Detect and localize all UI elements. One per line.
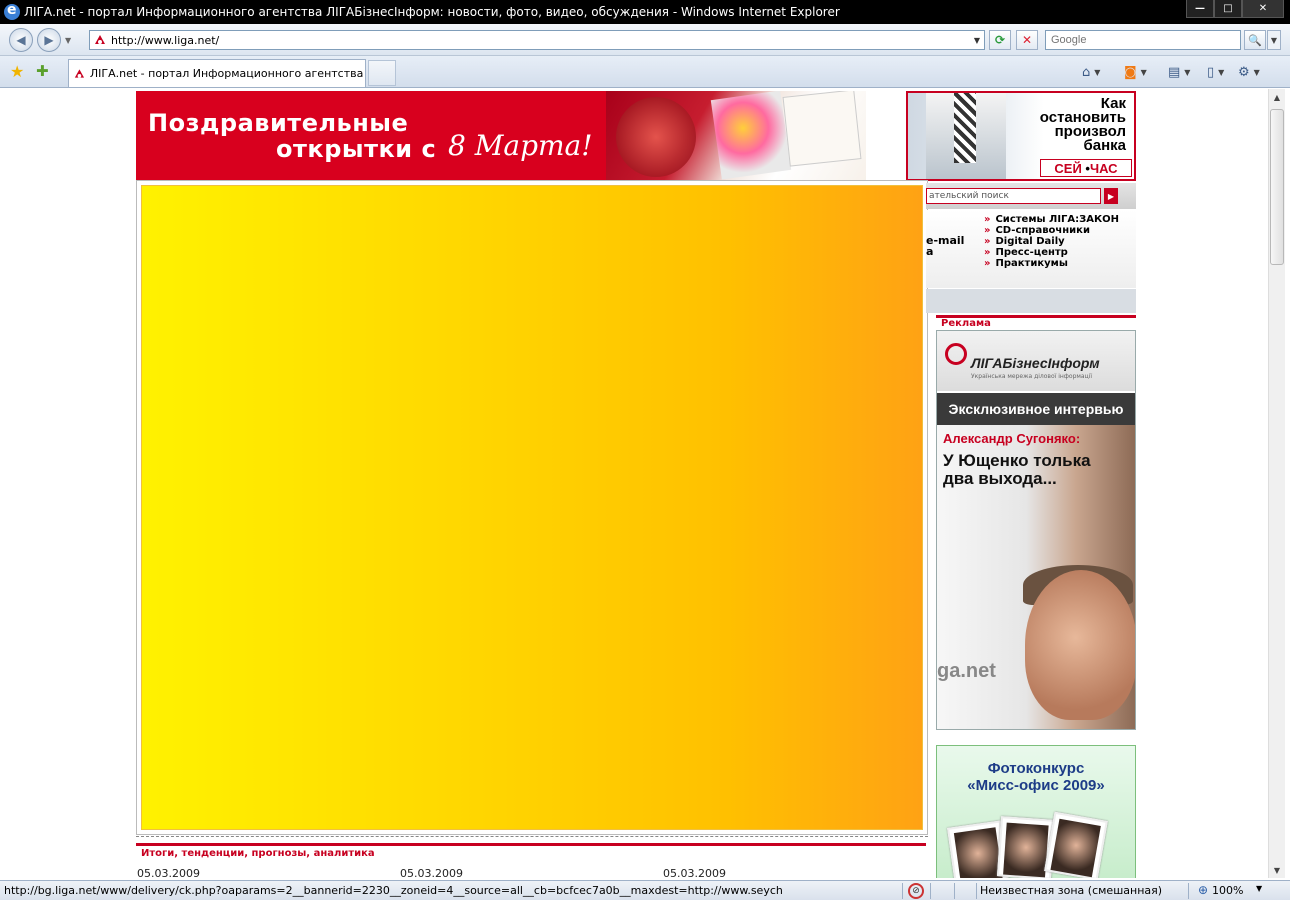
- liga-favicon-icon: [95, 35, 105, 44]
- security-zone[interactable]: Неизвестная зона (смешанная): [980, 884, 1162, 897]
- zoom-icon[interactable]: ⊕: [1198, 883, 1208, 897]
- stop-button[interactable]: ✕: [1016, 30, 1038, 50]
- services-left-partial[interactable]: e-mail a: [926, 235, 964, 257]
- interview-quote: У Ющенко толька два выхода...: [943, 451, 1091, 488]
- flash-gradient-area: [141, 185, 923, 830]
- liga-favicon-icon: [74, 68, 85, 78]
- news-date: 05.03.2009: [663, 867, 726, 878]
- site-search-input[interactable]: ательский поиск: [926, 188, 1101, 204]
- status-text: http://bg.liga.net/www/delivery/ck.php?o…: [4, 884, 783, 897]
- maximize-button[interactable]: □: [1214, 0, 1242, 18]
- bank-ad-text: Как остановить произвол банка: [1039, 95, 1126, 154]
- divider: [136, 836, 928, 837]
- printer-icon: ▤: [1168, 64, 1181, 80]
- link-cd-guides[interactable]: CD-справочники: [984, 225, 1119, 236]
- feeds-button[interactable]: ◙ ▼: [1124, 62, 1147, 82]
- title-bar: ЛІГА.net - портал Информационного агентс…: [0, 0, 1290, 24]
- url-text[interactable]: http://www.liga.net/: [111, 34, 970, 47]
- status-bar: http://bg.liga.net/www/delivery/ck.php?o…: [0, 880, 1290, 900]
- ligabusiness-logo: ЛІГАБізнесІнформ Українська мережа ділов…: [937, 331, 1135, 391]
- seychas-logo: СЕЙ • ЧАС: [1040, 159, 1132, 177]
- bank-ad-banner[interactable]: Как остановить произвол банка СЕЙ • ЧАС: [906, 91, 1136, 181]
- history-dropdown-icon[interactable]: ▼: [65, 36, 71, 45]
- back-arrow-icon: ◀: [16, 33, 26, 47]
- banner-script-text: 8 Марта!: [448, 129, 593, 162]
- link-practicums[interactable]: Практикумы: [984, 258, 1119, 269]
- rss-icon: ◙: [1124, 64, 1137, 80]
- section-red-line: [136, 843, 926, 846]
- popup-blocked-icon[interactable]: ⊘: [908, 883, 924, 899]
- gear-icon: ⚙: [1238, 64, 1250, 80]
- add-favorite-icon[interactable]: ✚: [36, 62, 49, 80]
- vertical-scrollbar[interactable]: ▲ ▼: [1268, 89, 1285, 878]
- site-search-go-button[interactable]: ▶: [1104, 188, 1118, 204]
- window-title: ЛІГА.net - портал Информационного агентс…: [24, 5, 840, 19]
- tools-button[interactable]: ⚙ ▼: [1238, 62, 1260, 82]
- navigation-bar: ◀ ▶ ▼ http://www.liga.net/ ▼ ⟳ ✕ 🔍 ▼: [0, 24, 1290, 56]
- zoom-dropdown-icon[interactable]: ▼: [1256, 884, 1262, 893]
- page-icon: ▯: [1207, 64, 1215, 80]
- ie-logo-icon: [4, 2, 20, 20]
- scroll-down-icon[interactable]: ▼: [1269, 862, 1285, 878]
- search-button[interactable]: 🔍: [1244, 30, 1266, 50]
- search-input[interactable]: [1045, 30, 1241, 50]
- link-liga-zakon[interactable]: Системы ЛІГА:ЗАКОН: [984, 214, 1119, 225]
- address-dropdown-icon[interactable]: ▼: [970, 31, 984, 49]
- tab-label: ЛІГА.net - портал Информационного агентс…: [89, 67, 365, 80]
- businessman-image: [926, 93, 1006, 179]
- flash-placeholder[interactable]: [136, 180, 928, 835]
- tab-liga[interactable]: ЛІГА.net - портал Информационного агентс…: [68, 59, 366, 87]
- contestant-photo: [1044, 811, 1108, 878]
- forward-arrow-icon: ▶: [44, 33, 54, 47]
- page-viewport: Поздравительные открытки с 8 Марта! Как …: [5, 89, 1267, 878]
- page-button[interactable]: ▯ ▼: [1207, 62, 1224, 82]
- march8-cards-banner[interactable]: Поздравительные открытки с 8 Марта!: [136, 91, 866, 181]
- zoom-level[interactable]: 100%: [1212, 884, 1243, 897]
- back-button[interactable]: ◀: [9, 28, 33, 52]
- search-options-button[interactable]: ▼: [1267, 30, 1281, 50]
- home-icon: ⌂: [1082, 64, 1091, 80]
- interview-promo-banner[interactable]: ЛІГАБізнесІнформ Українська мережа ділов…: [936, 330, 1136, 730]
- search-icon: 🔍: [1248, 33, 1262, 47]
- minimize-button[interactable]: —: [1186, 0, 1214, 18]
- ad-label: Реклама: [941, 318, 991, 329]
- tab-bar: ★ ✚ ЛІГА.net - портал Информационного аг…: [0, 56, 1290, 88]
- site-search-box: ательский поиск ▶: [926, 183, 1136, 209]
- refresh-icon: ⟳: [994, 33, 1006, 47]
- link-press-center[interactable]: Пресс-центр: [984, 247, 1119, 258]
- news-date: 05.03.2009: [137, 867, 200, 878]
- refresh-button[interactable]: ⟳: [989, 30, 1011, 50]
- new-tab-button[interactable]: [368, 60, 396, 86]
- news-date: 05.03.2009: [400, 867, 463, 878]
- promo-headline: Эксклюзивное интервью: [937, 393, 1135, 425]
- news-dates-row: 05.03.2009 05.03.2009 05.03.2009: [137, 867, 927, 878]
- forward-button[interactable]: ▶: [37, 28, 61, 52]
- scroll-up-icon[interactable]: ▲: [1269, 89, 1285, 105]
- interviewee-name: Александр Сугоняко:: [943, 431, 1081, 446]
- contest-title: Фотоконкурс «Мисс-офис 2009»: [967, 760, 1105, 794]
- home-button[interactable]: ⌂ ▼: [1082, 62, 1100, 82]
- banner-line1: Поздравительные: [148, 109, 409, 137]
- link-digital-daily[interactable]: Digital Daily: [984, 236, 1119, 247]
- banner-line2: открытки с: [276, 135, 437, 163]
- address-bar[interactable]: http://www.liga.net/ ▼: [89, 30, 985, 50]
- miss-office-contest-banner[interactable]: Фотоконкурс «Мисс-офис 2009»: [936, 745, 1136, 878]
- right-gray-bar: [926, 289, 1136, 313]
- favorites-star-icon[interactable]: ★: [10, 62, 24, 81]
- greeting-cards-image: [606, 91, 866, 181]
- close-button[interactable]: ✕: [1242, 0, 1284, 18]
- scroll-thumb[interactable]: [1270, 109, 1284, 265]
- section-title[interactable]: Итоги, тенденции, прогнозы, аналитика: [141, 848, 375, 859]
- liga-logo-icon: [945, 343, 967, 365]
- services-links: e-mail a Системы ЛІГА:ЗАКОН CD-справочни…: [926, 210, 1136, 288]
- print-button[interactable]: ▤ ▼: [1168, 62, 1190, 82]
- window-controls: — □ ✕: [1186, 0, 1284, 18]
- stop-icon: ✕: [1021, 33, 1033, 47]
